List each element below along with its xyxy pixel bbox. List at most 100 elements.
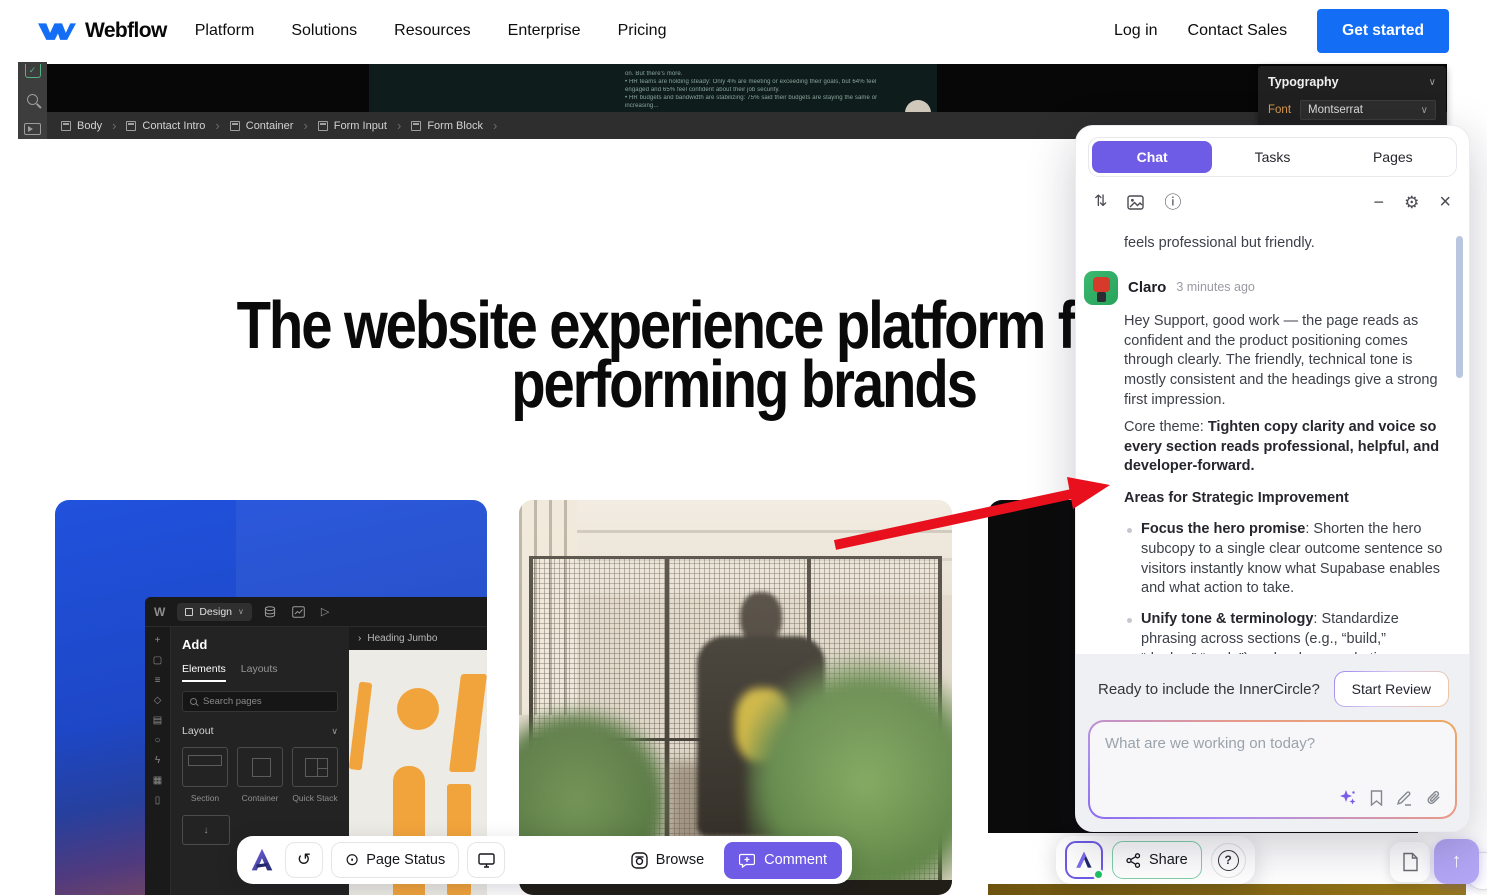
chat-scrollbar[interactable]	[1456, 236, 1463, 378]
webflow-logo[interactable]: Webflow	[38, 19, 167, 43]
assets-icon[interactable]: ○	[154, 735, 160, 746]
layout-thumb-partial[interactable]: ↓	[182, 815, 230, 845]
sparkles-icon[interactable]	[1339, 789, 1357, 807]
chevron-down-icon[interactable]: ∨	[331, 726, 338, 737]
undo-icon: ↺	[297, 850, 311, 870]
grid-icon[interactable]: ▦	[153, 775, 162, 786]
tab-pages[interactable]: Pages	[1333, 141, 1453, 173]
font-select[interactable]: Montserrat ∨	[1300, 100, 1436, 120]
element-icon	[230, 121, 240, 131]
chat-input-placeholder: What are we working on today?	[1105, 735, 1440, 752]
check-badge-icon[interactable]: ✓	[25, 64, 41, 78]
tab-elements[interactable]: Elements	[182, 663, 226, 682]
element-icon	[61, 121, 71, 131]
layers-icon[interactable]: ▤	[153, 715, 162, 726]
desktop-preview-button[interactable]	[467, 842, 505, 878]
layout-thumb-quick-stack[interactable]: Quick Stack	[292, 747, 338, 803]
comment-button[interactable]: Comment	[724, 842, 842, 879]
contact-sales-link[interactable]: Contact Sales	[1188, 22, 1288, 40]
message-section-heading: Areas for Strategic Improvement	[1124, 489, 1443, 509]
breadcrumb-contact-intro[interactable]: Contact Intro	[126, 120, 205, 132]
heading-jumbo-label[interactable]: Heading Jumbo	[367, 633, 437, 644]
login-link[interactable]: Log in	[1114, 22, 1158, 40]
zoom-icon[interactable]	[27, 94, 38, 105]
designer-left-rail: ✓	[18, 62, 47, 139]
minimize-icon[interactable]: −	[1374, 193, 1385, 211]
breadcrumb-form-block[interactable]: Form Block	[411, 120, 483, 132]
tab-tasks[interactable]: Tasks	[1212, 141, 1332, 173]
cms-database-icon[interactable]	[264, 606, 276, 618]
bookmark-icon[interactable]	[1370, 790, 1383, 806]
element-icon	[126, 121, 136, 131]
assistant-chat-panel: Chat Tasks Pages ⇅ ⓘ − ⚙ × feels profess…	[1075, 125, 1470, 832]
interactions-icon[interactable]: ϟ	[155, 755, 160, 766]
breadcrumb-form-input[interactable]: Form Input	[318, 120, 387, 132]
online-status-dot	[1093, 869, 1104, 880]
chevron-down-icon: ∨	[238, 607, 244, 616]
arrow-up-icon: ↑	[1452, 850, 1462, 873]
pencil-icon[interactable]	[1396, 790, 1413, 806]
page-status-label: Page Status	[366, 852, 445, 868]
mock-topbar: W Design ∨ ▷	[145, 597, 487, 627]
bottom-toolbar: ↺ ⊙ Page Status Browse Comment	[237, 836, 852, 884]
nav-item-pricing[interactable]: Pricing	[618, 22, 667, 40]
get-started-button[interactable]: Get started	[1317, 9, 1449, 53]
font-value: Montserrat	[1308, 104, 1363, 116]
navigator-icon[interactable]: ≡	[155, 675, 161, 686]
nav-item-solutions[interactable]: Solutions	[291, 22, 357, 40]
gear-icon[interactable]: ⚙	[1404, 194, 1419, 211]
app-logo-icon[interactable]	[247, 845, 277, 875]
page-status-button[interactable]: ⊙ Page Status	[331, 842, 459, 878]
image-icon[interactable]	[1127, 195, 1144, 210]
video-icon[interactable]	[24, 123, 41, 135]
help-button[interactable]: ?	[1211, 843, 1246, 878]
scroll-top-button[interactable]: ↑	[1434, 839, 1479, 884]
design-mode-icon	[185, 608, 193, 616]
pages-icon[interactable]: ▢	[153, 655, 162, 666]
browse-button[interactable]: Browse	[619, 842, 716, 878]
composer-icons	[1339, 789, 1442, 807]
start-review-button[interactable]: Start Review	[1334, 671, 1449, 707]
font-label: Font	[1268, 104, 1291, 116]
design-menu-button[interactable]: Design ∨	[177, 603, 252, 621]
claro-avatar	[1084, 271, 1118, 305]
panel-icon[interactable]: ▯	[155, 795, 161, 806]
doc-line: • HR teams are holding steady: Only 4% a…	[625, 78, 937, 86]
close-icon[interactable]: ×	[1439, 192, 1451, 212]
page-notes-button[interactable]	[1390, 842, 1430, 882]
breadcrumb-separator: ›	[112, 118, 116, 133]
chevron-down-icon[interactable]: ∨	[1429, 77, 1436, 88]
nav-item-enterprise[interactable]: Enterprise	[508, 22, 581, 40]
crumb-chevron-icon: ›	[358, 633, 361, 644]
breadcrumb-container[interactable]: Container	[230, 120, 294, 132]
breadcrumb-separator: ›	[397, 118, 401, 133]
status-target-icon: ⊙	[345, 850, 359, 870]
breadcrumb-body[interactable]: Body	[61, 120, 102, 132]
components-icon[interactable]: ◇	[154, 695, 162, 706]
analytics-chart-icon[interactable]	[292, 606, 305, 618]
nav-item-resources[interactable]: Resources	[394, 22, 470, 40]
nav-item-platform[interactable]: Platform	[195, 22, 255, 40]
tab-chat[interactable]: Chat	[1092, 141, 1212, 173]
sort-icon[interactable]: ⇅	[1094, 194, 1107, 210]
message-partial-line: feels professional but friendly.	[1124, 234, 1443, 254]
layout-thumb-section[interactable]: Section	[182, 747, 228, 803]
orange-shape	[397, 688, 439, 730]
preview-play-icon[interactable]: ▷	[321, 605, 329, 618]
refresh-button[interactable]: ↺	[285, 842, 323, 878]
nav-right: Log in Contact Sales Get started	[1114, 9, 1449, 53]
breadcrumb-label: Container	[246, 120, 294, 132]
info-icon[interactable]: ⓘ	[1164, 194, 1181, 211]
share-button[interactable]: Share	[1112, 841, 1202, 879]
top-navbar: Webflow Platform Solutions Resources Ent…	[0, 0, 1487, 62]
breadcrumb-label: Form Input	[334, 120, 387, 132]
search-pages-input[interactable]: Search pages	[182, 691, 338, 712]
design-menu-label: Design	[199, 606, 232, 618]
breadcrumb-separator: ›	[493, 118, 497, 133]
chat-input[interactable]: What are we working on today?	[1090, 722, 1455, 817]
add-icon[interactable]: +	[155, 635, 161, 646]
tab-layouts[interactable]: Layouts	[241, 663, 278, 682]
assistant-avatar-button[interactable]	[1065, 841, 1103, 879]
paperclip-icon[interactable]	[1426, 790, 1442, 807]
layout-thumb-container[interactable]: Container	[237, 747, 283, 803]
